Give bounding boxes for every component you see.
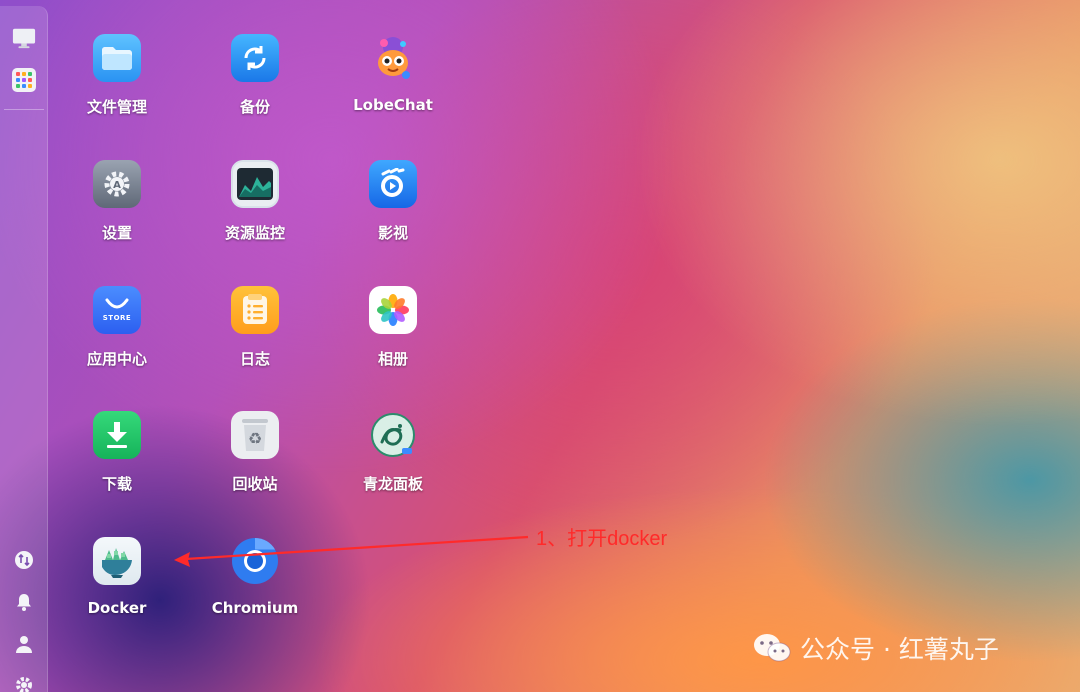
app-label: Docker [87,599,147,617]
user-icon[interactable] [12,632,36,656]
app-label: 应用中心 [86,350,147,368]
video-icon [369,160,417,208]
bell-icon[interactable] [12,590,36,614]
app-label: 相册 [377,350,408,368]
dock-sidebar [0,6,48,692]
app-video[interactable]: 影视 [333,150,453,260]
recycle-icon: ♻ [231,411,279,459]
chart-icon [231,160,279,208]
lobe-mascot-icon [369,34,417,82]
app-label: 文件管理 [86,98,147,116]
app-chromium[interactable]: Chromium [195,527,315,637]
app-docker[interactable]: Docker [57,527,177,637]
log-icon [231,286,279,334]
app-label: 设置 [101,224,132,242]
sync-icon [231,34,279,82]
download-icon [93,411,141,459]
watermark-text: 公众号 · 红薯丸子 [800,635,999,664]
gear-icon: A [93,160,141,208]
app-recycle-bin[interactable]: ♻ 回收站 [195,401,315,511]
flower-icon [369,286,417,334]
sync-status-icon[interactable] [12,548,36,572]
annotation-text: 1、打开docker [536,528,668,550]
app-label: 资源监控 [224,224,285,242]
settings-gear-icon[interactable] [12,673,36,692]
store-icon: STORE [93,286,141,334]
watermark: 公众号 · 红薯丸子 [752,630,999,666]
apps-grid-icon[interactable] [12,68,36,92]
app-label: 青龙面板 [362,475,423,493]
app-file-manager[interactable]: 文件管理 [57,24,177,134]
dragon-icon [369,411,417,459]
monitor-icon[interactable] [12,26,36,50]
chromium-icon [231,537,279,585]
app-backup[interactable]: 备份 [195,24,315,134]
app-label: Chromium [211,599,299,617]
app-label: LobeChat [353,96,433,114]
wechat-icon [754,634,791,662]
app-download[interactable]: 下载 [57,401,177,511]
app-label: 影视 [377,224,408,242]
svg-text:♻: ♻ [248,429,262,448]
folder-icon [93,34,141,82]
store-badge-text: STORE [102,314,132,322]
app-settings[interactable]: A 设置 [57,150,177,260]
svg-text:A: A [113,180,121,191]
app-qinglong[interactable]: 青龙面板 [333,401,453,511]
sidebar-divider [4,109,44,110]
app-label: 下载 [101,475,132,493]
app-label: 回收站 [232,475,278,493]
app-resource-monitor[interactable]: 资源监控 [195,150,315,260]
app-app-center[interactable]: STORE 应用中心 [57,276,177,386]
app-photos[interactable]: 相册 [333,276,453,386]
app-label: 日志 [239,350,270,368]
app-label: 备份 [239,98,270,116]
app-lobechat[interactable]: LobeChat [333,24,453,134]
docker-icon [93,537,141,585]
app-log[interactable]: 日志 [195,276,315,386]
